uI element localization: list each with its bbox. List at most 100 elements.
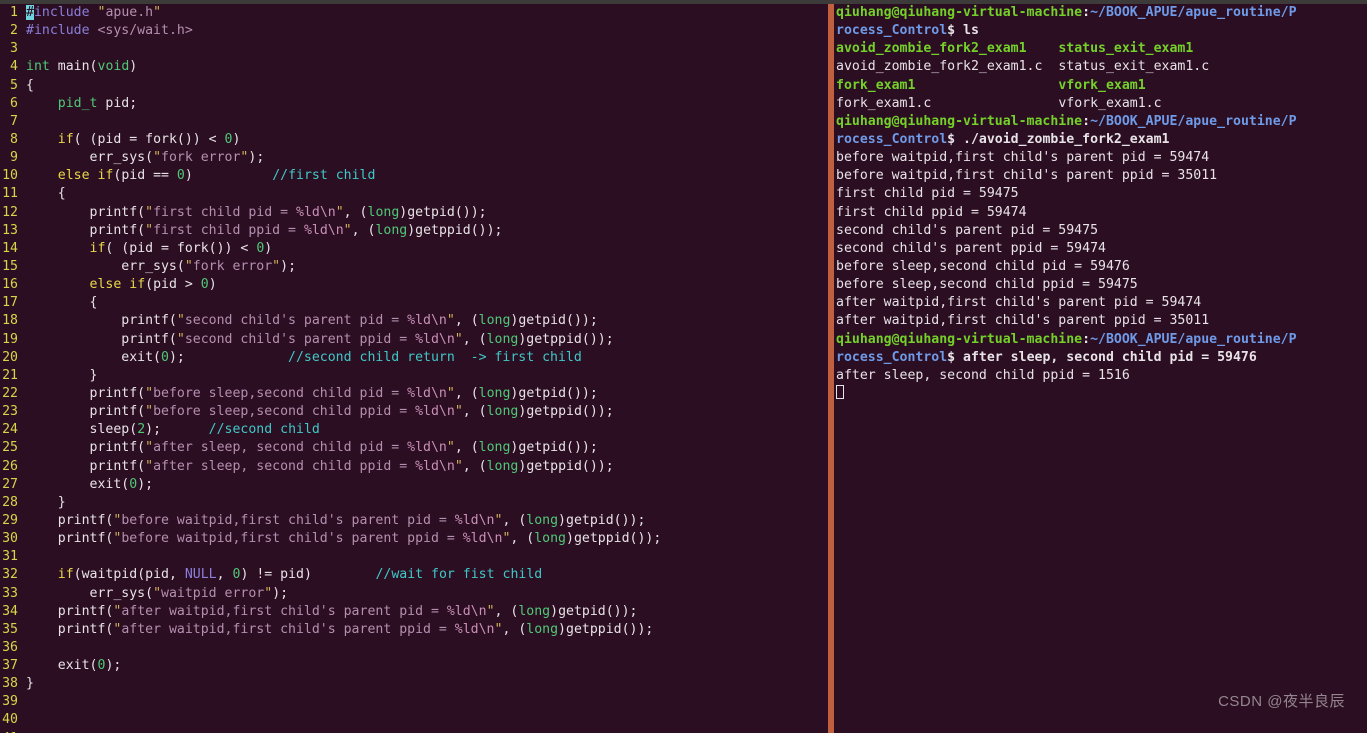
prompt-user-host: qiuhang@qiuhang-virtual-machine xyxy=(836,5,1083,20)
code-line[interactable]: 8 if( (pid = fork()) < 0) xyxy=(0,131,828,149)
prompt-symbol: $ xyxy=(947,23,956,39)
code-line[interactable]: 23 printf("before sleep,second child ppi… xyxy=(0,403,828,421)
code-line-text[interactable]: printf("after waitpid,first child's pare… xyxy=(26,603,828,621)
code-line[interactable]: 21 } xyxy=(0,367,828,385)
code-line-text[interactable] xyxy=(26,40,828,58)
code-line-text[interactable] xyxy=(26,730,828,733)
code-line[interactable]: 13 printf("first child ppid = %ld\n", (l… xyxy=(0,222,828,240)
code-line-text[interactable]: if(waitpid(pid, NULL, 0) != pid) //wait … xyxy=(26,566,828,584)
code-line-text[interactable]: } xyxy=(26,367,828,385)
terminal-command[interactable]: after sleep, second child pid = 59476 xyxy=(955,350,1257,365)
code-line[interactable]: 29 printf("before waitpid,first child's … xyxy=(0,512,828,530)
code-line[interactable]: 28 } xyxy=(0,494,828,512)
code-line[interactable]: 19 printf("second child's parent ppid = … xyxy=(0,331,828,349)
code-line-text[interactable]: exit(0); //second child return -> first … xyxy=(26,349,828,367)
code-line[interactable]: 5{ xyxy=(0,77,828,95)
code-line[interactable]: 40 xyxy=(0,711,828,729)
code-line[interactable]: 12 printf("first child pid = %ld\n", (lo… xyxy=(0,204,828,222)
code-line[interactable]: 31 xyxy=(0,548,828,566)
code-line[interactable]: 26 printf("after sleep, second child ppi… xyxy=(0,458,828,476)
ls-output-row: fork_exam1.c vfork_exam1.c xyxy=(836,95,1367,113)
code-line[interactable]: 17 { xyxy=(0,294,828,312)
code-line[interactable]: 24 sleep(2); //second child xyxy=(0,421,828,439)
code-line-text[interactable]: else if(pid == 0) //first child xyxy=(26,167,828,185)
line-number: 18 xyxy=(2,313,18,329)
code-line-text[interactable]: printf("before sleep,second child pid = … xyxy=(26,385,828,403)
code-line-text[interactable] xyxy=(26,639,828,657)
line-number: 26 xyxy=(2,458,18,474)
code-line[interactable]: 3 xyxy=(0,40,828,58)
code-line[interactable]: 14 if( (pid = fork()) < 0) xyxy=(0,240,828,258)
code-line-text[interactable]: int main(void) xyxy=(26,58,828,76)
code-line[interactable]: 30 printf("before waitpid,first child's … xyxy=(0,530,828,548)
code-line[interactable]: 20 exit(0); //second child return -> fir… xyxy=(0,349,828,367)
code-line-text[interactable]: err_sys("fork error"); xyxy=(26,149,828,167)
code-line-text[interactable]: exit(0); xyxy=(26,657,828,675)
code-line[interactable]: 2 #include <sys/wait.h> xyxy=(0,22,828,40)
code-editor-pane[interactable]: 1 #include "apue.h" 2 #include <sys/wait.h>… xyxy=(0,4,828,733)
code-line-text[interactable]: err_sys("waitpid error"); xyxy=(26,585,828,603)
code-line[interactable]: 10 else if(pid == 0) //first child xyxy=(0,167,828,185)
code-line-text[interactable] xyxy=(26,548,828,566)
code-line-text[interactable] xyxy=(26,693,828,711)
code-line-text[interactable]: else if(pid > 0) xyxy=(26,276,828,294)
code-line[interactable]: 6 pid_t pid; xyxy=(0,95,828,113)
code-line[interactable]: 18 printf("second child's parent pid = %… xyxy=(0,312,828,330)
code-line[interactable]: 9 err_sys("fork error"); xyxy=(0,149,828,167)
code-line-text[interactable]: { xyxy=(26,185,828,203)
code-line-text[interactable]: if( (pid = fork()) < 0) xyxy=(26,131,828,149)
terminal-cursor[interactable] xyxy=(836,384,1367,403)
code-line-text[interactable]: printf("second child's parent ppid = %ld… xyxy=(26,331,828,349)
code-line[interactable]: 11 { xyxy=(0,185,828,203)
terminal-command[interactable]: ls xyxy=(955,23,979,38)
code-line[interactable]: 16 else if(pid > 0) xyxy=(0,276,828,294)
code-line-text[interactable]: } xyxy=(26,494,828,512)
line-number: 22 xyxy=(2,385,18,401)
code-line[interactable]: 39 xyxy=(0,693,828,711)
code-line-text[interactable]: } xyxy=(26,675,828,693)
code-line[interactable]: 33 err_sys("waitpid error"); xyxy=(0,585,828,603)
code-line[interactable]: 22 printf("before sleep,second child pid… xyxy=(0,385,828,403)
code-line-text[interactable]: if( (pid = fork()) < 0) xyxy=(26,240,828,258)
code-line-text[interactable]: #include "apue.h" xyxy=(26,4,828,22)
code-line-text[interactable]: printf("before waitpid,first child's par… xyxy=(26,530,828,548)
code-line-text[interactable]: { xyxy=(26,77,828,95)
terminal-pane[interactable]: qiuhang@qiuhang-virtual-machine:~/BOOK_A… xyxy=(834,4,1367,733)
code-line-text[interactable]: printf("after waitpid,first child's pare… xyxy=(26,621,828,639)
code-line[interactable]: 36 xyxy=(0,639,828,657)
code-line-text[interactable] xyxy=(26,711,828,729)
code-line[interactable]: 4 int main(void) xyxy=(0,58,828,76)
code-line[interactable]: 34 printf("after waitpid,first child's p… xyxy=(0,603,828,621)
code-line[interactable]: 27 exit(0); xyxy=(0,476,828,494)
prompt-separator: : xyxy=(1082,113,1091,129)
prompt-user-host: qiuhang@qiuhang-virtual-machine xyxy=(836,113,1083,129)
code-line-text[interactable] xyxy=(26,113,828,131)
code-line-text[interactable]: err_sys("fork error"); xyxy=(26,258,828,276)
code-line-text[interactable]: printf("first child pid = %ld\n", (long)… xyxy=(26,204,828,222)
code-line[interactable]: 35 printf("after waitpid,first child's p… xyxy=(0,621,828,639)
code-line[interactable]: 41 xyxy=(0,730,828,733)
code-line-text[interactable]: pid_t pid; xyxy=(26,95,828,113)
code-line-text[interactable]: sleep(2); //second child xyxy=(26,421,828,439)
terminal-command[interactable]: ./avoid_zombie_fork2_exam1 xyxy=(955,132,1169,147)
code-line-text[interactable]: printf("before sleep,second child ppid =… xyxy=(26,403,828,421)
code-line-text[interactable]: printf("second child's parent pid = %ld\… xyxy=(26,312,828,330)
code-line-text[interactable]: printf("after sleep, second child ppid =… xyxy=(26,458,828,476)
code-line-text[interactable]: exit(0); xyxy=(26,476,828,494)
line-number: 35 xyxy=(2,621,18,637)
code-line[interactable]: 38} xyxy=(0,675,828,693)
code-line[interactable]: 25 printf("after sleep, second child pid… xyxy=(0,439,828,457)
line-number: 30 xyxy=(2,531,18,547)
code-line[interactable]: 37 exit(0); xyxy=(0,657,828,675)
line-number: 33 xyxy=(2,585,18,601)
code-line[interactable]: 15 err_sys("fork error"); xyxy=(0,258,828,276)
code-line-text[interactable]: printf("after sleep, second child pid = … xyxy=(26,439,828,457)
code-line[interactable]: 32 if(waitpid(pid, NULL, 0) != pid) //wa… xyxy=(0,566,828,584)
code-line-text[interactable]: #include <sys/wait.h> xyxy=(26,22,828,40)
code-line-text[interactable]: printf("first child ppid = %ld\n", (long… xyxy=(26,222,828,240)
code-line-text[interactable]: { xyxy=(26,294,828,312)
line-number: 23 xyxy=(2,404,18,420)
code-line[interactable]: 7 xyxy=(0,113,828,131)
code-line-text[interactable]: printf("before waitpid,first child's par… xyxy=(26,512,828,530)
code-line[interactable]: 1 #include "apue.h" xyxy=(0,4,828,22)
